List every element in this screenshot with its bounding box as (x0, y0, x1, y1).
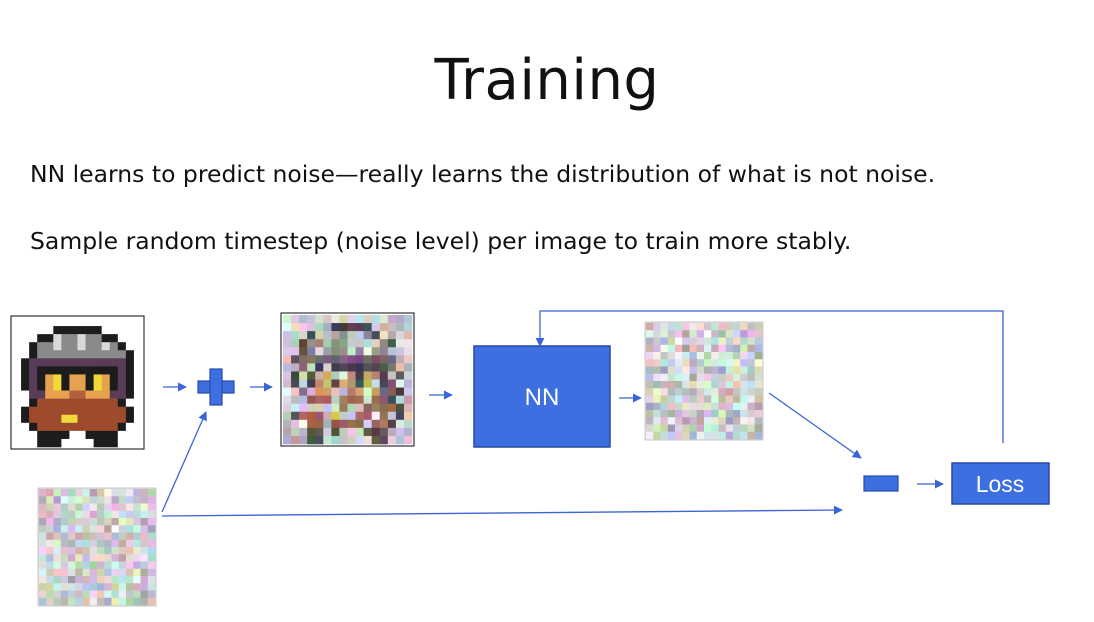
minus-operator-icon (863, 475, 899, 492)
nn-box: NN (473, 345, 611, 448)
arrow-noise-to-plus (161, 411, 207, 513)
sampled-noise-image (37, 487, 157, 607)
arrow-prediction-to-minus (768, 392, 862, 459)
clean-sprite-image (10, 315, 145, 450)
training-diagram: NN Loss (10, 310, 1050, 607)
arrow-noise-to-minus (161, 505, 843, 517)
plus-operator-icon (197, 368, 235, 406)
slide: Training NN learns to predict noise—real… (0, 0, 1094, 622)
loss-label: Loss (976, 471, 1025, 497)
loss-box: Loss (951, 462, 1050, 505)
nn-label: NN (525, 384, 560, 411)
noisy-sprite-image (280, 312, 415, 447)
predicted-noise-image (644, 321, 764, 441)
